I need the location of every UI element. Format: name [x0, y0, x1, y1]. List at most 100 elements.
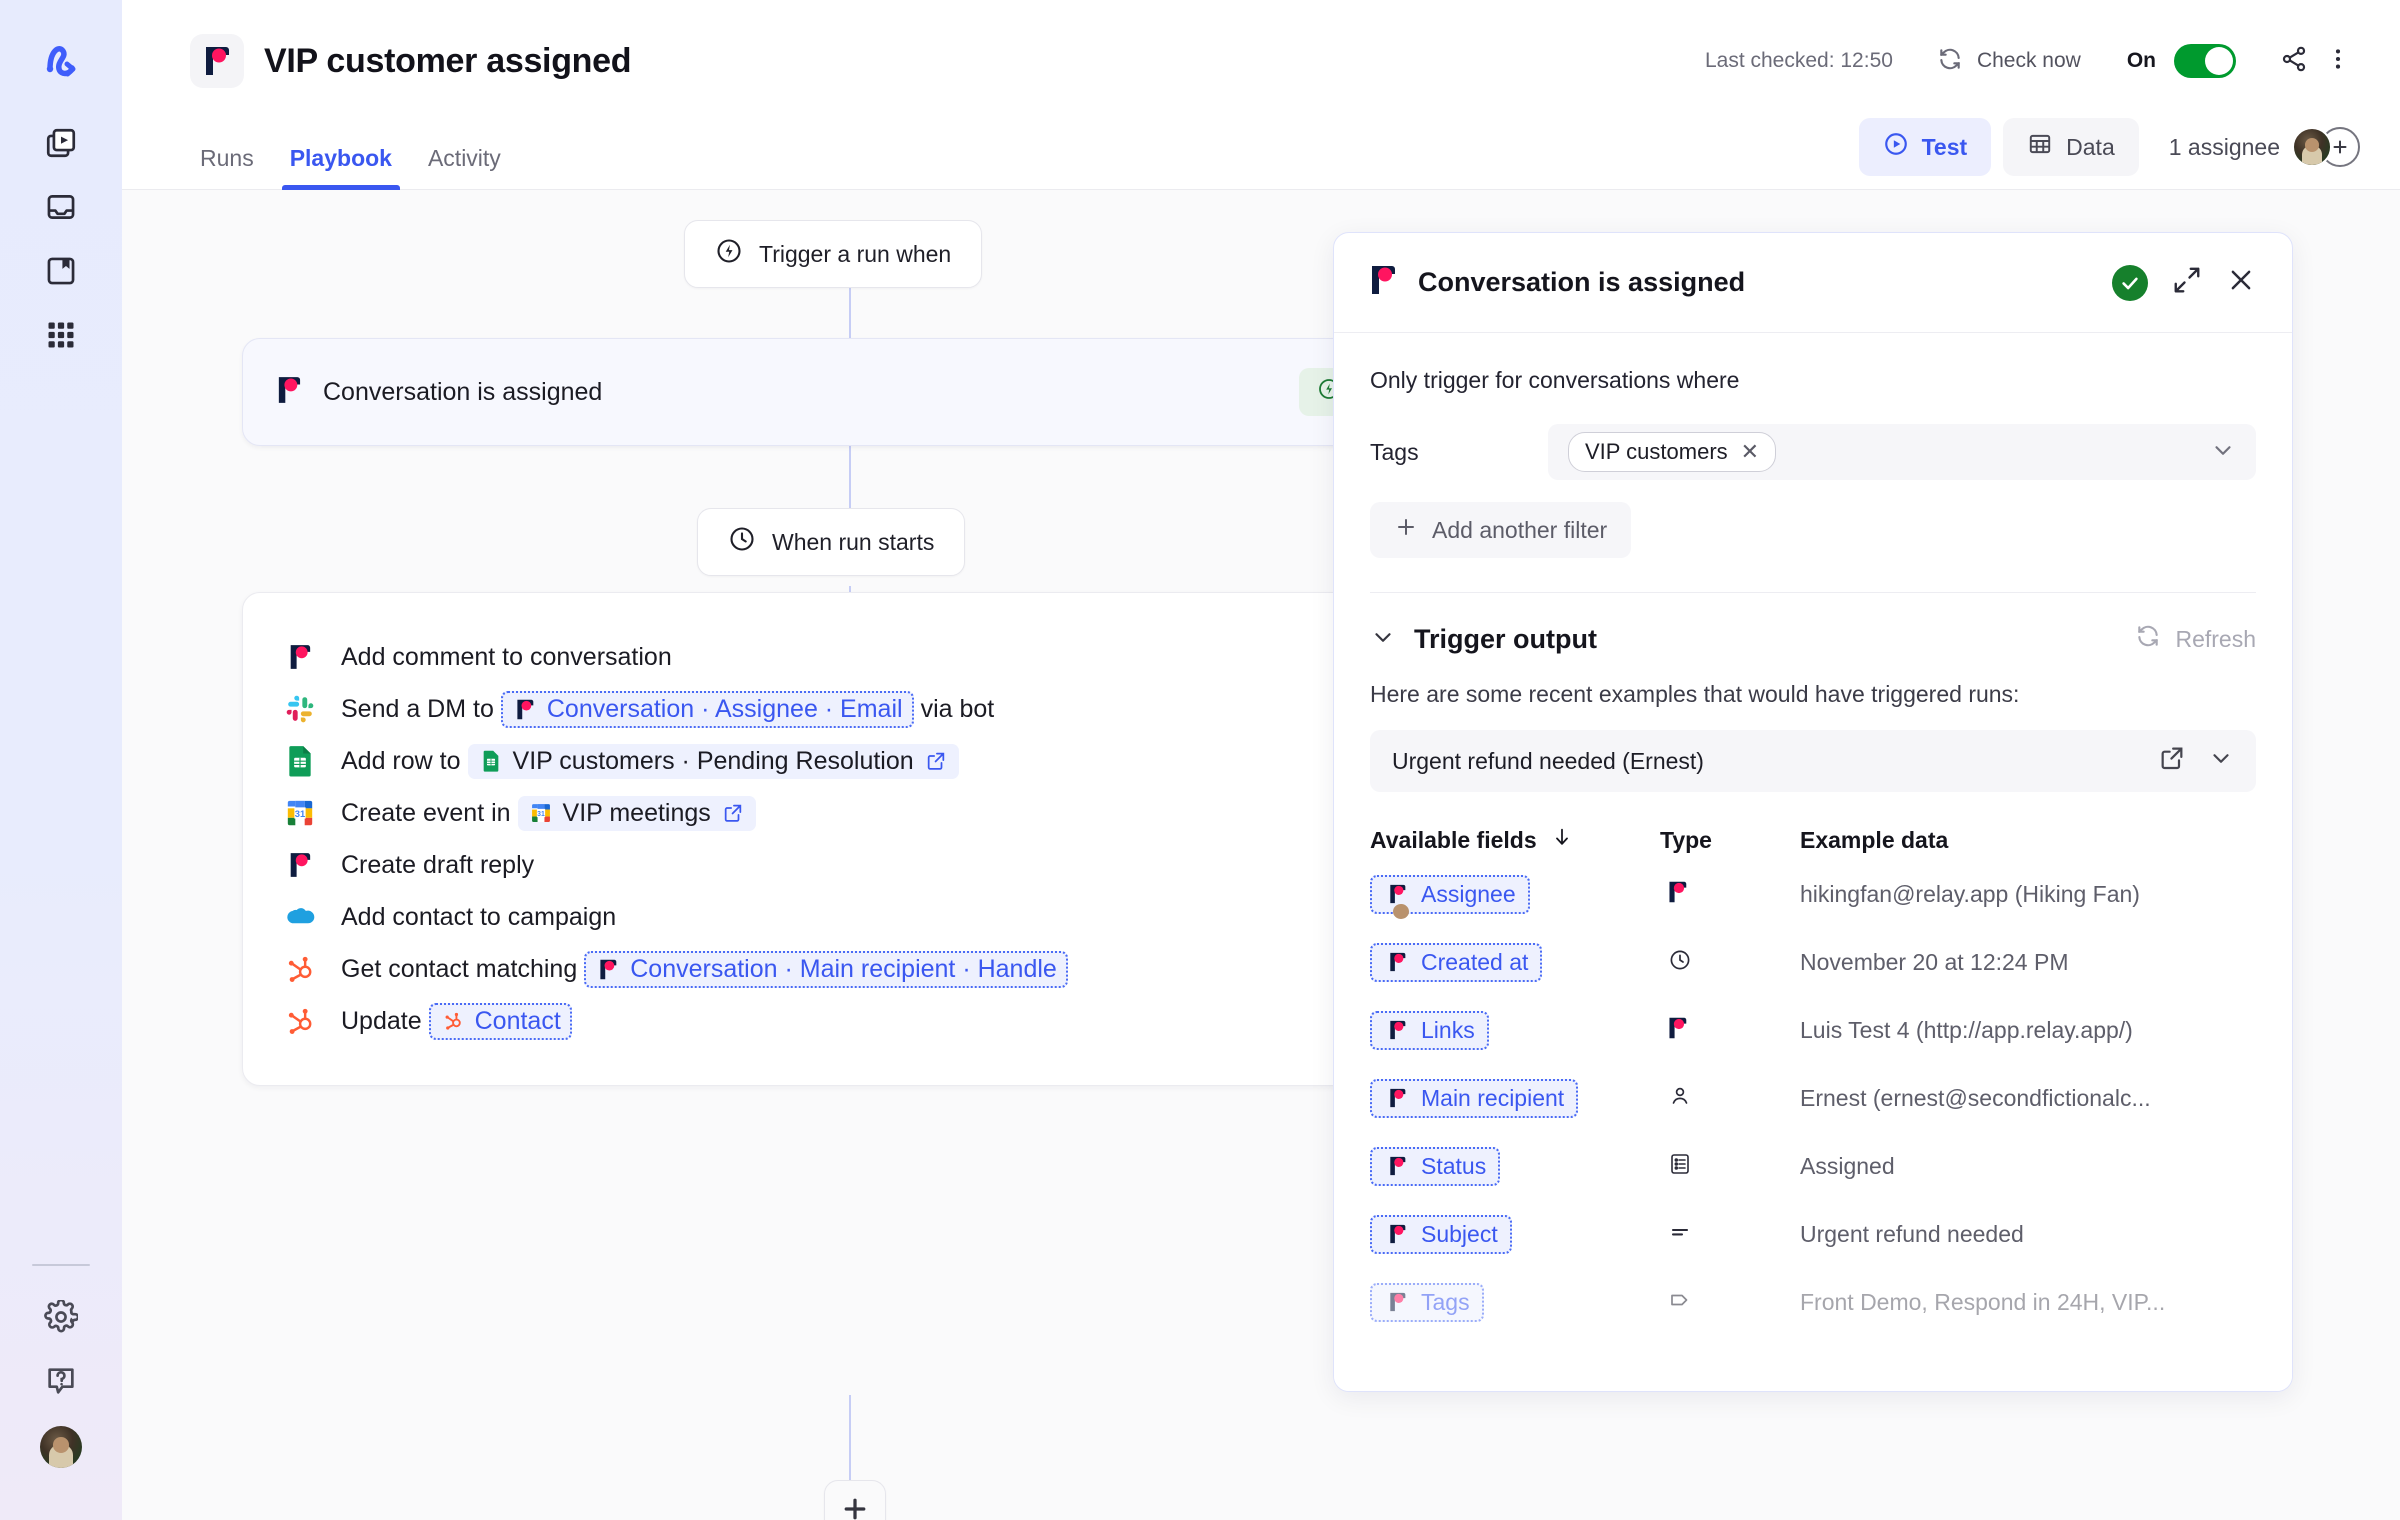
- tag-icon: [1668, 1288, 1692, 1317]
- front-icon: [283, 848, 317, 882]
- refresh-icon: [2135, 623, 2161, 655]
- action-label: Get contact matching Conversation · Main…: [341, 951, 1075, 988]
- avatar[interactable]: [2292, 127, 2332, 167]
- external-link-icon[interactable]: [923, 748, 949, 774]
- data-label: Data: [2066, 134, 2115, 161]
- trigger-card[interactable]: Conversation is assigned Active: [242, 338, 1462, 446]
- action-label: Add row to VIP customers · Pending Resol…: [341, 744, 966, 779]
- front-icon: [595, 956, 621, 982]
- data-button[interactable]: Data: [2003, 118, 2139, 176]
- external-link-icon[interactable]: [720, 800, 746, 826]
- chevron-down-icon[interactable]: [1370, 624, 1396, 655]
- google-calendar-icon: 31: [528, 800, 554, 826]
- table-row[interactable]: Assignee hikingfan@relay.app (Hiking Fan…: [1370, 860, 2256, 928]
- resource-chip-label: VIP meetings: [563, 799, 711, 828]
- main-tabs: Runs Playbook Activity: [182, 145, 519, 190]
- page-title: VIP customer assigned: [264, 42, 631, 81]
- avatar: [40, 1426, 82, 1468]
- last-checked-text: Last checked: 12:50: [1705, 49, 1893, 73]
- field-chip[interactable]: Main recipient: [1370, 1079, 1578, 1118]
- person-icon: [1668, 1084, 1692, 1113]
- close-button[interactable]: [2226, 265, 2256, 300]
- table-row[interactable]: Links Luis Test 4 (http://app.relay.app/…: [1370, 996, 2256, 1064]
- sidebar-item-playbooks[interactable]: [30, 242, 92, 304]
- external-link-icon[interactable]: [2158, 744, 2186, 778]
- action-row[interactable]: Get contact matching Conversation · Main…: [243, 943, 1461, 995]
- sidebar-item-inbox[interactable]: [30, 178, 92, 240]
- table-row[interactable]: Tags Front Demo, Respond in 24H, VIP...: [1370, 1268, 2256, 1336]
- field-chip[interactable]: Subject: [1370, 1215, 1512, 1254]
- variable-chip[interactable]: Conversation · Assignee · Email: [501, 691, 914, 728]
- refresh-button[interactable]: Refresh: [2135, 623, 2256, 655]
- trigger-output-title: Trigger output: [1414, 624, 1597, 655]
- field-chip-label: Tags: [1421, 1289, 1470, 1316]
- when-run-starts-node[interactable]: When run starts: [697, 508, 965, 576]
- resource-chip[interactable]: 31 VIP meetings: [518, 796, 756, 831]
- expand-diagonal-icon: [2172, 282, 2202, 299]
- action-prefix: Update: [341, 1007, 422, 1036]
- tab-activity[interactable]: Activity: [410, 145, 519, 190]
- front-icon: [1384, 949, 1410, 975]
- tab-runs[interactable]: Runs: [182, 145, 272, 190]
- header-tabs-row: Runs Playbook Activity Test: [122, 118, 2400, 190]
- action-row[interactable]: Update Contact: [243, 995, 1461, 1047]
- svg-text:31: 31: [537, 811, 545, 818]
- assignee-count-label[interactable]: 1 assignee: [2169, 134, 2280, 161]
- front-icon: [1370, 265, 1396, 300]
- front-icon: [283, 640, 317, 674]
- add-another-filter-button[interactable]: Add another filter: [1370, 502, 1631, 558]
- when-run-starts-label: When run starts: [772, 529, 934, 556]
- table-header-row: Available fields Type Example data: [1370, 826, 2256, 860]
- field-chip[interactable]: Tags: [1370, 1283, 1484, 1322]
- sidebar-item-runs[interactable]: [30, 114, 92, 176]
- table-row[interactable]: Subject Urgent refund needed: [1370, 1200, 2256, 1268]
- action-label: Add comment to conversation: [341, 643, 672, 672]
- field-chip[interactable]: Status: [1370, 1147, 1500, 1186]
- add-step-button[interactable]: [824, 1480, 886, 1520]
- table-row[interactable]: Main recipient Ernest (ernest@secondfict…: [1370, 1064, 2256, 1132]
- refresh-icon: [1937, 46, 1963, 77]
- share-button[interactable]: [2272, 39, 2316, 83]
- action-row[interactable]: Add comment to conversation: [243, 631, 1461, 683]
- variable-chip[interactable]: Contact: [429, 1003, 572, 1040]
- type-cell: [1660, 948, 1800, 977]
- example-cell: Assigned: [1800, 1153, 2256, 1180]
- resource-chip[interactable]: VIP customers · Pending Resolution: [468, 744, 959, 779]
- tags-select[interactable]: VIP customers ✕: [1548, 424, 2256, 480]
- table-row[interactable]: Created at November 20 at 12:24 PM: [1370, 928, 2256, 996]
- action-suffix: via bot: [921, 695, 995, 724]
- action-row[interactable]: Send a DM to Conversation · Assignee · E…: [243, 683, 1461, 735]
- enable-playbook-toggle[interactable]: [2174, 44, 2236, 78]
- front-icon: [277, 376, 301, 409]
- test-button[interactable]: Test: [1859, 118, 1992, 176]
- page-title-group: VIP customer assigned: [190, 34, 631, 88]
- field-chip[interactable]: Links: [1370, 1011, 1489, 1050]
- action-prefix: Add comment to conversation: [341, 643, 672, 672]
- action-row[interactable]: Add contact to campaign: [243, 891, 1461, 943]
- sidebar-item-settings[interactable]: [30, 1288, 92, 1350]
- variable-chip[interactable]: Conversation · Main recipient · Handle: [584, 951, 1068, 988]
- trigger-a-run-when-node[interactable]: Trigger a run when: [684, 220, 982, 288]
- remove-tag-icon[interactable]: ✕: [1741, 441, 1759, 463]
- example-run-select[interactable]: Urgent refund needed (Ernest): [1370, 730, 2256, 792]
- action-row[interactable]: Create draft reply: [243, 839, 1461, 891]
- action-row[interactable]: 31 Create event in: [243, 787, 1461, 839]
- table-row[interactable]: Status Assigned: [1370, 1132, 2256, 1200]
- tab-playbook[interactable]: Playbook: [272, 145, 410, 190]
- check-now-button[interactable]: Check now: [1937, 46, 2081, 77]
- sidebar-item-account[interactable]: [30, 1416, 92, 1478]
- more-options-button[interactable]: [2316, 39, 2360, 83]
- expand-button[interactable]: [2172, 265, 2202, 300]
- column-header-available-fields[interactable]: Available fields: [1370, 826, 1660, 854]
- action-row[interactable]: Add row to VIP customers · Pending Resol…: [243, 735, 1461, 787]
- type-cell: [1660, 1084, 1800, 1113]
- chevron-down-icon[interactable]: [2208, 745, 2234, 777]
- field-chip[interactable]: Created at: [1370, 943, 1542, 982]
- chevron-down-icon[interactable]: [2210, 437, 2236, 468]
- table-grid-icon: [2027, 131, 2053, 163]
- relay-logo-icon[interactable]: [30, 30, 92, 92]
- sidebar-item-help[interactable]: [30, 1352, 92, 1414]
- close-icon: [2226, 282, 2256, 299]
- sidebar-item-apps[interactable]: [30, 306, 92, 368]
- assignee-group: 1 assignee: [2151, 127, 2360, 167]
